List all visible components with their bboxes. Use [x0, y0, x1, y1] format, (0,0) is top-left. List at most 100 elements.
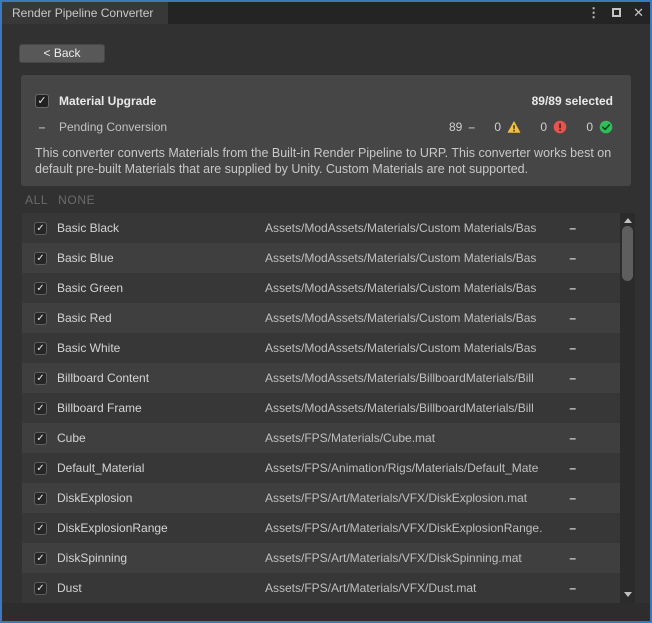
row-pending-status-icon: – [569, 341, 576, 355]
row-pending-status-icon: – [569, 221, 576, 235]
table-row[interactable]: ✓ Basic Blue Assets/ModAssets/Materials/… [22, 243, 620, 273]
row-pending-status-icon: – [569, 401, 576, 415]
list-header: ALL NONE [25, 193, 95, 207]
row-checkbox[interactable]: ✓ [34, 432, 47, 445]
row-pending-status-icon: – [569, 491, 576, 505]
scroll-up-arrow-icon[interactable] [620, 214, 635, 226]
row-pending-status-icon: – [569, 311, 576, 325]
list-footer-spacer [2, 603, 650, 621]
row-checkbox[interactable]: ✓ [34, 462, 47, 475]
maximize-icon[interactable] [612, 6, 621, 20]
scroll-down-arrow-icon[interactable] [620, 588, 635, 600]
item-path: Assets/ModAssets/Materials/Custom Materi… [265, 341, 569, 355]
row-checkbox[interactable]: ✓ [34, 252, 47, 265]
pending-count: 89 [449, 120, 462, 134]
row-checkbox[interactable]: ✓ [34, 402, 47, 415]
item-name: Default_Material [57, 461, 265, 475]
item-path: Assets/FPS/Animation/Rigs/Materials/Defa… [265, 461, 569, 475]
back-button[interactable]: < Back [19, 44, 105, 63]
render-pipeline-converter-window: Render Pipeline Converter ⋮ ✕ < Back ✓ M… [0, 0, 652, 623]
table-row[interactable]: ✓ Basic White Assets/ModAssets/Materials… [22, 333, 620, 363]
row-checkbox[interactable]: ✓ [34, 522, 47, 535]
table-row[interactable]: ✓ Basic Black Assets/ModAssets/Materials… [22, 213, 620, 243]
pending-label: Pending Conversion [59, 120, 167, 134]
window-controls: ⋮ ✕ [587, 2, 644, 24]
pending-count-icon: – [468, 120, 475, 134]
pending-status-icon: – [35, 120, 49, 134]
window-title: Render Pipeline Converter [12, 6, 153, 20]
row-pending-status-icon: – [569, 251, 576, 265]
item-path: Assets/FPS/Materials/Cube.mat [265, 431, 569, 445]
table-row[interactable]: ✓ Default_Material Assets/FPS/Animation/… [22, 453, 620, 483]
success-icon [599, 120, 613, 134]
item-path: Assets/ModAssets/Materials/Custom Materi… [265, 281, 569, 295]
table-row[interactable]: ✓ Billboard Content Assets/ModAssets/Mat… [22, 363, 620, 393]
scrollbar-thumb[interactable] [622, 226, 633, 281]
row-checkbox[interactable]: ✓ [34, 552, 47, 565]
converter-title: Material Upgrade [59, 94, 156, 108]
table-row[interactable]: ✓ DiskExplosionRange Assets/FPS/Art/Mate… [22, 513, 620, 543]
material-upgrade-checkbox[interactable]: ✓ [35, 94, 49, 108]
item-name: Basic Red [57, 311, 265, 325]
table-row[interactable]: ✓ Basic Green Assets/ModAssets/Materials… [22, 273, 620, 303]
item-path: Assets/FPS/Art/Materials/VFX/DiskExplosi… [265, 521, 569, 535]
success-count: 0 [585, 120, 593, 134]
item-path: Assets/ModAssets/Materials/BillboardMate… [265, 371, 569, 385]
table-row[interactable]: ✓ Dust Assets/FPS/Art/Materials/VFX/Dust… [22, 573, 620, 603]
item-name: Basic Green [57, 281, 265, 295]
item-path: Assets/ModAssets/Materials/Custom Materi… [265, 251, 569, 265]
select-none-button[interactable]: NONE [58, 193, 95, 207]
row-checkbox[interactable]: ✓ [34, 492, 47, 505]
row-pending-status-icon: – [569, 461, 576, 475]
table-row[interactable]: ✓ Billboard Frame Assets/ModAssets/Mater… [22, 393, 620, 423]
item-path: Assets/ModAssets/Materials/Custom Materi… [265, 221, 569, 235]
row-checkbox[interactable]: ✓ [34, 582, 47, 595]
tab-render-pipeline-converter[interactable]: Render Pipeline Converter [2, 2, 168, 24]
material-list: ✓ Basic Black Assets/ModAssets/Materials… [22, 213, 620, 603]
table-row[interactable]: ✓ Cube Assets/FPS/Materials/Cube.mat – [22, 423, 620, 453]
table-row[interactable]: ✓ Basic Red Assets/ModAssets/Materials/C… [22, 303, 620, 333]
row-checkbox[interactable]: ✓ [34, 282, 47, 295]
item-name: Cube [57, 431, 265, 445]
item-name: Basic Black [57, 221, 265, 235]
row-pending-status-icon: – [569, 551, 576, 565]
converter-description: This converter converts Materials from t… [35, 145, 617, 177]
window-menu-icon[interactable]: ⋮ [587, 5, 600, 21]
item-name: DiskSpinning [57, 551, 265, 565]
table-row[interactable]: ✓ DiskExplosion Assets/FPS/Art/Materials… [22, 483, 620, 513]
item-name: Basic Blue [57, 251, 265, 265]
close-icon[interactable]: ✕ [633, 5, 644, 21]
selected-count: 89/89 selected [532, 94, 613, 108]
maximize-glyph [612, 8, 621, 17]
row-checkbox[interactable]: ✓ [34, 342, 47, 355]
list-scrollbar[interactable] [620, 213, 635, 603]
row-checkbox[interactable]: ✓ [34, 222, 47, 235]
warning-count: 0 [493, 120, 501, 134]
item-path: Assets/FPS/Art/Materials/VFX/DiskSpinnin… [265, 551, 569, 565]
pending-conversion-row: – Pending Conversion 89 – 0 0 [35, 119, 613, 135]
row-pending-status-icon: – [569, 581, 576, 595]
item-path: Assets/FPS/Art/Materials/VFX/DiskExplosi… [265, 491, 569, 505]
row-checkbox[interactable]: ✓ [34, 312, 47, 325]
converter-panel: ✓ Material Upgrade 89/89 selected – Pend… [21, 75, 631, 186]
item-name: Billboard Content [57, 371, 265, 385]
item-path: Assets/ModAssets/Materials/Custom Materi… [265, 311, 569, 325]
item-name: Basic White [57, 341, 265, 355]
row-checkbox[interactable]: ✓ [34, 372, 47, 385]
item-name: DiskExplosionRange [57, 521, 265, 535]
item-name: Dust [57, 581, 265, 595]
row-pending-status-icon: – [569, 431, 576, 445]
row-pending-status-icon: – [569, 281, 576, 295]
error-count: 0 [539, 120, 547, 134]
item-name: DiskExplosion [57, 491, 265, 505]
table-row[interactable]: ✓ DiskSpinning Assets/FPS/Art/Materials/… [22, 543, 620, 573]
item-name: Billboard Frame [57, 401, 265, 415]
select-all-button[interactable]: ALL [25, 193, 48, 207]
warning-icon [507, 120, 521, 134]
item-path: Assets/ModAssets/Materials/BillboardMate… [265, 401, 569, 415]
item-path: Assets/FPS/Art/Materials/VFX/Dust.mat [265, 581, 569, 595]
error-icon [553, 120, 567, 134]
converter-header-row: ✓ Material Upgrade 89/89 selected [35, 92, 613, 110]
row-pending-status-icon: – [569, 371, 576, 385]
title-bar: Render Pipeline Converter ⋮ ✕ [2, 2, 650, 24]
